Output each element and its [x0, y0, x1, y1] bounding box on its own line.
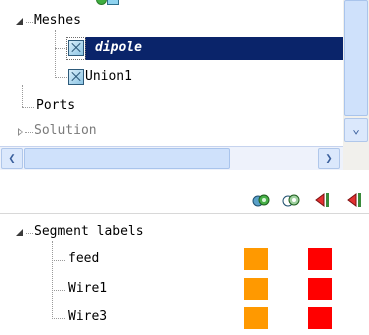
chevron-down-icon[interactable]: ⌄ [344, 118, 368, 142]
mesh-icon [68, 40, 84, 56]
segment-color-swatch[interactable] [244, 278, 268, 300]
chevron-right-icon[interactable]: ❯ [318, 148, 340, 169]
mesh-icon [68, 69, 84, 85]
model-tree: ' Meshes dipole Union1 Ports Solution [0, 0, 343, 146]
segment-color-swatch[interactable] [308, 307, 332, 329]
segment-item-wire3[interactable]: Wire3 [68, 309, 107, 325]
chevron-left-icon[interactable]: ❮ [1, 148, 23, 169]
scrollbar-corner [343, 146, 369, 170]
segment-color-swatch[interactable] [308, 278, 332, 300]
view-outline-icon[interactable] [280, 190, 302, 210]
vertical-scrollbar[interactable]: ⌄ [343, 0, 369, 146]
solution-expander[interactable] [18, 128, 23, 136]
segment-color-swatch[interactable] [244, 248, 268, 270]
segment-item-wire1[interactable]: Wire1 [68, 281, 107, 297]
view-green-icon[interactable] [250, 190, 272, 210]
solution-node[interactable]: Solution [34, 123, 97, 139]
mesh-item-union1[interactable]: Union1 [85, 69, 132, 85]
segment-labels-tree: Segment labels feed Wire1 Wire3 [0, 214, 369, 335]
horizontal-scrollbar[interactable]: ❮ ❯ [0, 146, 343, 170]
port-red-partial-icon[interactable] [344, 190, 366, 210]
meshes-expander[interactable] [16, 18, 23, 25]
partial-node-icon [96, 0, 122, 6]
segment-labels-header[interactable]: Segment labels [34, 224, 144, 240]
segment-color-swatch[interactable] [244, 307, 268, 329]
port-red-icon[interactable] [312, 190, 334, 210]
ports-node[interactable]: Ports [36, 98, 75, 114]
segment-item-feed[interactable]: feed [68, 251, 99, 267]
segment-color-swatch[interactable] [308, 248, 332, 270]
meshes-node[interactable]: Meshes [34, 13, 81, 29]
partial-node-mark: ' [127, 0, 135, 6]
vertical-scroll-thumb[interactable] [344, 0, 368, 116]
segment-labels-expander[interactable] [16, 229, 23, 236]
horizontal-scroll-thumb[interactable] [24, 148, 230, 169]
mesh-item-dipole[interactable]: dipole [95, 40, 142, 56]
